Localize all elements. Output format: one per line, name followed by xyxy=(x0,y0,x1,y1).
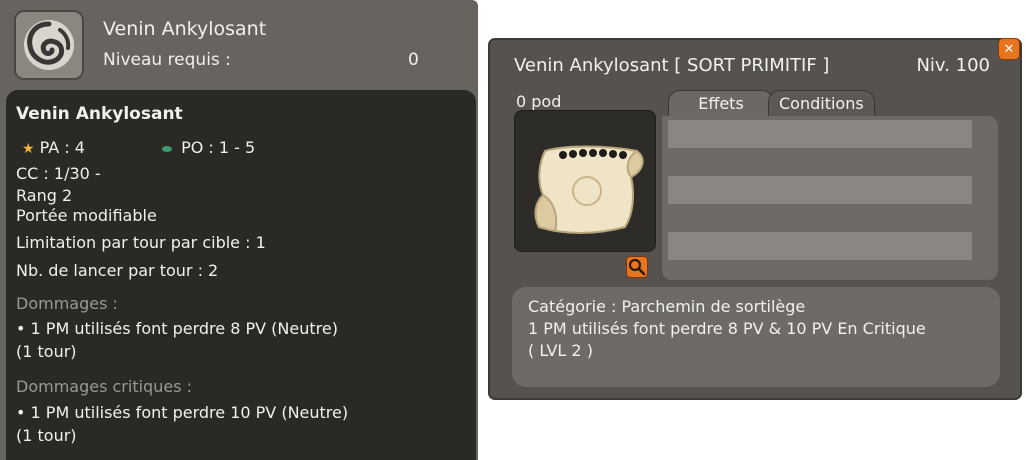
close-icon[interactable]: ✕ xyxy=(998,38,1020,60)
tab-conditions[interactable]: Conditions xyxy=(768,90,875,117)
level-required-label: Niveau requis : xyxy=(103,50,231,70)
list-item xyxy=(668,176,972,204)
effects-list xyxy=(662,116,998,280)
rank-line: Rang 2 xyxy=(16,186,73,205)
po-stat: PO : 1 - 5 xyxy=(162,138,255,157)
critical-damage-header: Dommages critiques : xyxy=(16,377,192,396)
casts-per-turn-line: Nb. de lancer par tour : 2 xyxy=(16,261,219,280)
spell-details: Venin Ankylosant ★ PA : 4 PO : 1 - 5 CC … xyxy=(6,90,476,460)
details-spell-name: Venin Ankylosant xyxy=(16,104,183,124)
item-title: Venin Ankylosant [ SORT PRIMITIF ] xyxy=(514,55,830,76)
limit-per-target-line: Limitation par tour par cible : 1 xyxy=(16,233,266,252)
item-weight: 0 pod xyxy=(516,92,562,111)
magnifier-icon[interactable] xyxy=(626,256,648,278)
effect-line: 1 PM utilisés font perdre 8 PV & 10 PV E… xyxy=(528,319,926,338)
pa-stat: ★ PA : 4 xyxy=(22,138,85,157)
range-modifiable-line: Portée modifiable xyxy=(16,206,157,225)
star-icon: ★ xyxy=(22,141,35,157)
spell-tooltip: Venin Ankylosant Niveau requis : 0 Venin… xyxy=(0,0,478,460)
item-level: Niv. 100 xyxy=(916,55,990,76)
damage-line: • 1 PM utilisés font perdre 8 PV (Neutre… xyxy=(16,319,338,338)
cc-line: CC : 1/30 - xyxy=(16,164,101,183)
level-line: ( LVL 2 ) xyxy=(528,341,593,360)
spell-title: Venin Ankylosant xyxy=(103,18,267,40)
po-value: PO : 1 - 5 xyxy=(181,138,256,157)
damage-duration: (1 tour) xyxy=(16,342,77,361)
spell-swirl-icon xyxy=(14,10,84,80)
damage-header: Dommages : xyxy=(16,294,118,313)
level-required-value: 0 xyxy=(408,50,419,70)
item-description: Catégorie : Parchemin de sortilège 1 PM … xyxy=(512,287,1000,387)
list-item xyxy=(668,232,972,260)
critical-damage-duration: (1 tour) xyxy=(16,426,77,445)
critical-damage-line: • 1 PM utilisés font perdre 10 PV (Neutr… xyxy=(16,403,349,422)
scroll-icon xyxy=(514,110,656,252)
list-item xyxy=(668,120,972,148)
item-window: Venin Ankylosant [ SORT PRIMITIF ] Niv. … xyxy=(488,38,1022,400)
eye-icon xyxy=(162,145,172,152)
pa-value: PA : 4 xyxy=(39,138,85,157)
tab-effets[interactable]: Effets xyxy=(668,90,774,117)
category-line: Catégorie : Parchemin de sortilège xyxy=(528,297,806,316)
